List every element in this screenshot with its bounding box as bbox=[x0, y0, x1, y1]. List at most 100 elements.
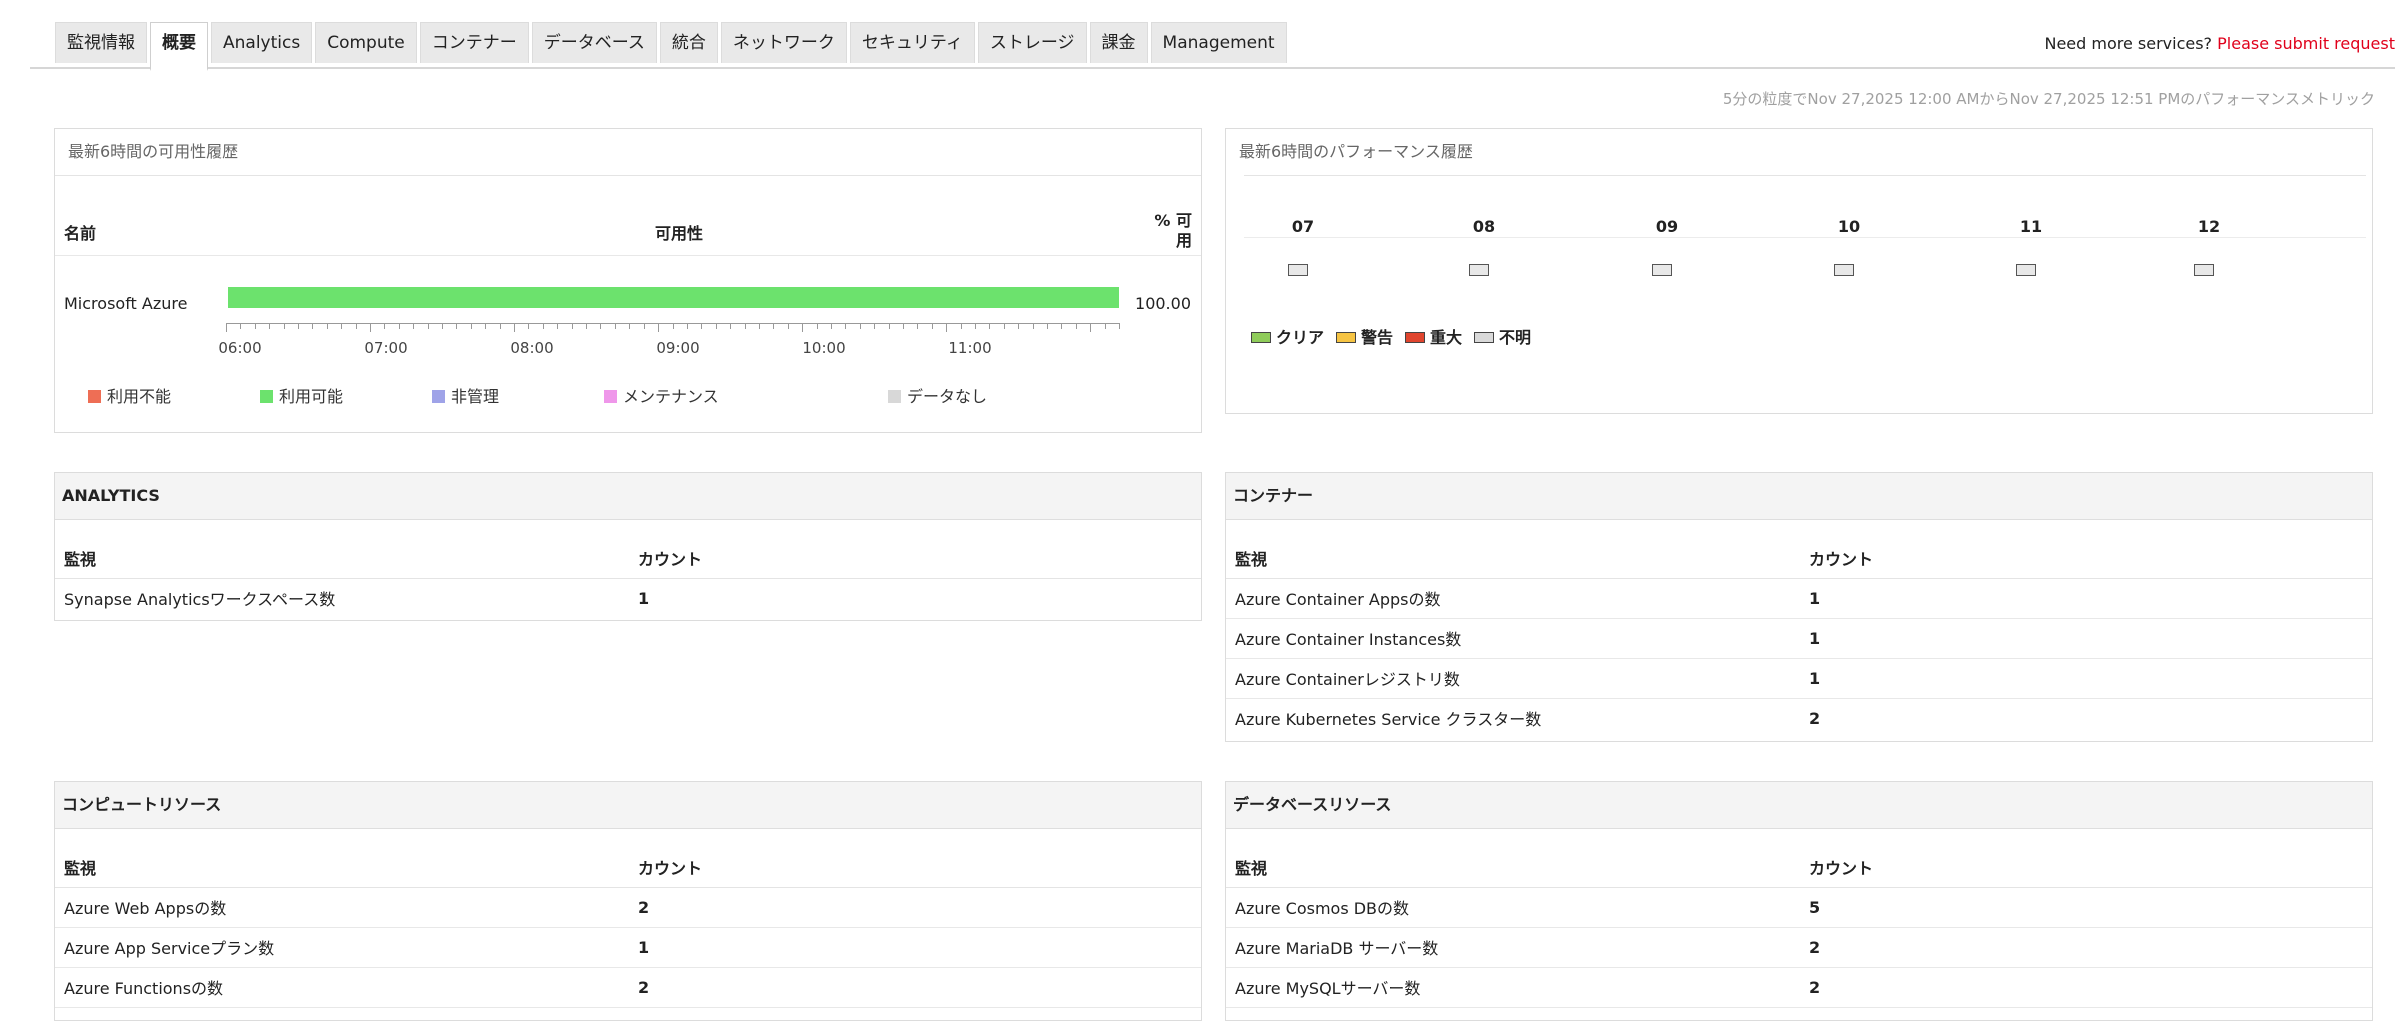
analytics-table: 監視 カウント Synapse Analyticsワークスペース数 1 bbox=[55, 520, 1201, 618]
table-row[interactable]: Azure App Serviceプラン数 1 bbox=[55, 927, 1201, 968]
table-row[interactable]: Azure Web Appsの数 2 bbox=[55, 887, 1201, 928]
table-row[interactable]: Azure MariaDB サーバー数 2 bbox=[1226, 927, 2372, 968]
axis-tick bbox=[298, 323, 300, 329]
legend-label: 利用不能 bbox=[107, 387, 172, 406]
table-row[interactable]: Azure Kubernetes Service クラスター数 2 bbox=[1226, 698, 2372, 738]
metrics-range-note: 5分の粒度でNov 27,2025 12:00 AMからNov 27,2025 … bbox=[1722, 90, 2375, 108]
axis-tick bbox=[658, 323, 660, 332]
monitor-name[interactable]: Azure Web Appsの数 bbox=[55, 887, 629, 928]
submit-request-link[interactable]: Please submit request bbox=[2217, 34, 2395, 53]
performance-status-cell[interactable] bbox=[2194, 264, 2214, 276]
performance-status-cell[interactable] bbox=[1652, 264, 1672, 276]
axis-tick bbox=[485, 323, 487, 329]
legend-label: 警告 bbox=[1361, 328, 1394, 347]
tab-billing[interactable]: 課金 bbox=[1089, 22, 1148, 63]
availability-legend-item: 利用不能 bbox=[88, 383, 171, 407]
axis-tick bbox=[240, 323, 242, 329]
tab-monitor-info[interactable]: 監視情報 bbox=[55, 22, 147, 63]
compute-title: コンピュートリソース bbox=[55, 782, 1201, 829]
monitor-name[interactable]: Azure MariaDB サーバー数 bbox=[1226, 927, 1800, 968]
performance-status-cell[interactable] bbox=[1288, 264, 1308, 276]
container-table: 監視 カウント Azure Container Appsの数 1 Azure C… bbox=[1226, 520, 2372, 738]
axis-tick bbox=[326, 323, 328, 329]
axis-tick-label: 11:00 bbox=[948, 339, 992, 357]
axis-tick bbox=[701, 323, 703, 329]
performance-status-cell[interactable] bbox=[1469, 264, 1489, 276]
monitor-name[interactable]: Azure Cosmos DBの数 bbox=[1226, 887, 1800, 928]
tab-bar: 監視情報 概要 Analytics Compute コンテナー データベース 統… bbox=[30, 0, 2395, 71]
monitor-count: 2 bbox=[1800, 967, 2372, 1008]
monitor-count: 1 bbox=[1800, 658, 2372, 699]
axis-tick bbox=[744, 323, 746, 329]
availability-row-percent: 100.00 bbox=[1135, 294, 1191, 313]
tab-management[interactable]: Management bbox=[1150, 22, 1287, 63]
table-row[interactable]: Azure Containerレジストリ数 1 bbox=[1226, 658, 2372, 699]
monitor-name[interactable]: Azure Kubernetes Service クラスター数 bbox=[1226, 698, 1800, 738]
database-table: 監視 カウント Azure Cosmos DBの数 5 Azure MariaD… bbox=[1226, 829, 2372, 1008]
performance-hour-label: 08 bbox=[1472, 217, 1496, 236]
performance-hour-label: 12 bbox=[2197, 217, 2221, 236]
availability-row-name[interactable]: Microsoft Azure bbox=[64, 294, 187, 313]
axis-tick bbox=[355, 323, 357, 329]
tab-compute[interactable]: Compute bbox=[315, 22, 417, 63]
table-row[interactable]: Azure Container Instances数 1 bbox=[1226, 618, 2372, 659]
axis-tick bbox=[1046, 323, 1048, 329]
tab-overview[interactable]: 概要 bbox=[150, 22, 208, 71]
axis-tick bbox=[1090, 323, 1092, 332]
monitor-count: 2 bbox=[1809, 708, 1821, 728]
table-row[interactable]: Azure Cosmos DBの数 5 bbox=[1226, 887, 2372, 928]
monitor-name[interactable]: Azure MySQLサーバー数 bbox=[1226, 967, 1800, 1008]
availability-bar[interactable] bbox=[228, 287, 1119, 308]
tab-analytics[interactable]: Analytics bbox=[211, 22, 313, 63]
tab-container[interactable]: コンテナー bbox=[419, 22, 529, 63]
database-title: データベースリソース bbox=[1226, 782, 2372, 829]
table-row[interactable]: Azure MySQLサーバー数 2 bbox=[1226, 967, 2372, 1008]
table-row[interactable]: Synapse Analyticsワークスペース数 1 bbox=[55, 578, 1201, 618]
table-row[interactable]: Azure Functionsの数 2 bbox=[55, 967, 1201, 1008]
axis-tick bbox=[888, 323, 890, 329]
axis-tick bbox=[845, 323, 847, 329]
performance-panel: 最新6時間のパフォーマンス履歴 07 08 09 10 11 12 クリア 警告 重大 不明 bbox=[1225, 128, 2373, 414]
performance-hour-label: 11 bbox=[2019, 217, 2043, 236]
legend-label: 非管理 bbox=[451, 387, 500, 406]
axis-tick-label: 06:00 bbox=[218, 339, 262, 357]
performance-legend-item: クリア bbox=[1251, 324, 1324, 348]
performance-legend-item: 不明 bbox=[1474, 324, 1531, 348]
monitor-name[interactable]: Azure Containerレジストリ数 bbox=[1226, 658, 1800, 699]
axis-tick bbox=[629, 323, 631, 329]
performance-separator bbox=[1244, 175, 2366, 176]
analytics-title: ANALYTICS bbox=[55, 473, 1201, 520]
monitor-name[interactable]: Synapse Analyticsワークスペース数 bbox=[55, 578, 629, 618]
axis-tick bbox=[802, 323, 804, 332]
axis-tick-label: 08:00 bbox=[510, 339, 554, 357]
table-row[interactable]: Azure Container Appsの数 1 bbox=[1226, 578, 2372, 619]
monitor-name[interactable]: Azure App Serviceプラン数 bbox=[55, 927, 629, 968]
monitor-name[interactable]: Azure Container Appsの数 bbox=[1226, 578, 1800, 619]
monitor-name[interactable]: Azure Functionsの数 bbox=[55, 967, 629, 1008]
tab-storage[interactable]: ストレージ bbox=[977, 22, 1087, 63]
monitor-name[interactable]: Azure Container Instances数 bbox=[1226, 618, 1800, 659]
tab-integration[interactable]: 統合 bbox=[659, 22, 718, 63]
axis-tick bbox=[643, 323, 645, 329]
tab-network[interactable]: ネットワーク bbox=[720, 22, 847, 63]
axis-tick bbox=[773, 323, 775, 329]
legend-swatch bbox=[88, 390, 101, 403]
axis-tick bbox=[499, 323, 501, 329]
tab-security[interactable]: セキュリティ bbox=[849, 22, 975, 63]
tab-database[interactable]: データベース bbox=[531, 22, 657, 63]
monitor-count: 2 bbox=[629, 887, 1201, 928]
axis-tick bbox=[442, 323, 444, 329]
availability-legend-item: メンテナンス bbox=[604, 383, 719, 407]
availability-col-availability: 可用性 bbox=[655, 224, 704, 243]
axis-tick bbox=[816, 323, 818, 329]
performance-status-cell[interactable] bbox=[1834, 264, 1854, 276]
availability-panel: 最新6時間の可用性履歴 名前 可用性 % 可用 Microsoft Azure … bbox=[54, 128, 1202, 433]
availability-col-name: 名前 bbox=[64, 224, 97, 243]
performance-status-cell[interactable] bbox=[2016, 264, 2036, 276]
axis-tick bbox=[1061, 323, 1063, 329]
axis-tick bbox=[974, 323, 976, 329]
performance-legend-item: 重大 bbox=[1405, 324, 1462, 348]
monitor-count: 1 bbox=[1800, 618, 2372, 659]
tab-list: 監視情報 概要 Analytics Compute コンテナー データベース 統… bbox=[55, 22, 1290, 71]
axis-tick bbox=[600, 323, 602, 329]
